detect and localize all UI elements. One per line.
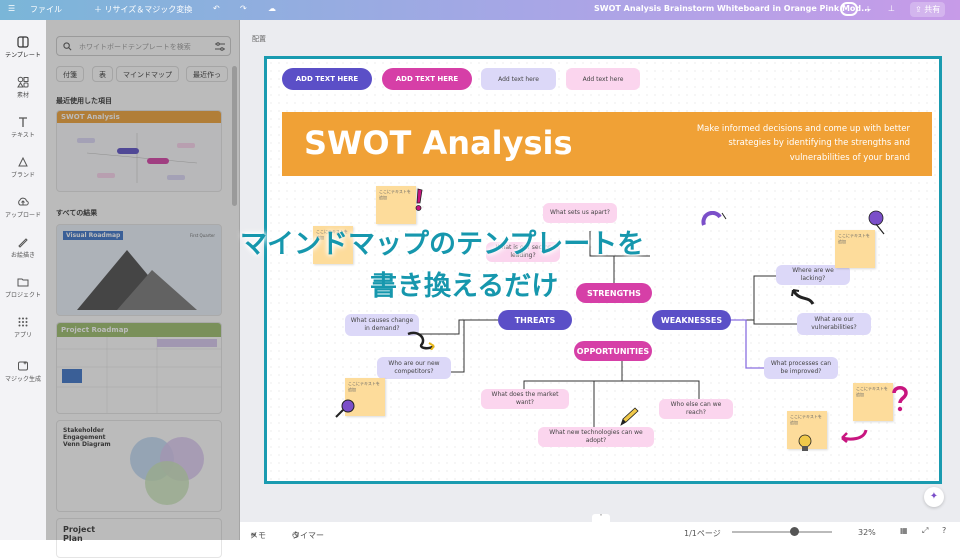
swirl-arrow-icon bbox=[407, 331, 435, 350]
rail-label: テンプレート bbox=[5, 52, 41, 59]
rail-item-brand[interactable]: ブランド bbox=[0, 156, 46, 179]
overlay-caption-line2: 書き換えるだけ bbox=[370, 271, 559, 302]
rail-label: ブランド bbox=[10, 172, 35, 179]
question-mark-icon bbox=[892, 386, 908, 412]
add-collaborator-icon[interactable]: ＋ bbox=[864, 4, 872, 15]
node-strengths[interactable]: STRENGTHS bbox=[576, 283, 652, 303]
rail-label: お絵描き bbox=[10, 252, 35, 259]
top-bar: ☰ ファイル ＋ リサイズ＆マジック変換 ↶ ↷ ☁ SWOT Analysis… bbox=[0, 0, 960, 20]
question-bubble[interactable]: What does the market want? bbox=[481, 389, 569, 409]
elements-icon bbox=[17, 76, 29, 88]
zoom-slider-handle[interactable] bbox=[790, 527, 799, 536]
fullscreen-icon[interactable]: ⤢ bbox=[922, 526, 928, 536]
add-text-button-lavender[interactable]: Add text here bbox=[481, 68, 556, 90]
document-title[interactable]: SWOT Analysis Brainstorm Whiteboard in O… bbox=[594, 4, 870, 13]
timer-label: タイマー bbox=[292, 531, 324, 540]
overlay-caption-line1: マインドマップのテンプレートを bbox=[240, 229, 645, 260]
add-text-button-light-pink[interactable]: Add text here bbox=[566, 68, 640, 90]
draw-icon bbox=[18, 238, 28, 248]
magic-icon bbox=[18, 361, 28, 371]
menu-icon[interactable]: ☰ bbox=[8, 4, 15, 13]
upload-icon bbox=[18, 197, 29, 206]
page-label: 1/1ページ bbox=[684, 529, 721, 538]
bottom-bar: ≡ メモ ◷ タイマー 1/1ページ 32% ▦ ⤢ ? bbox=[240, 522, 960, 540]
question-bubble[interactable]: What are our vulnerabilities? bbox=[797, 313, 871, 335]
question-bubble[interactable]: Who are our new competitors? bbox=[377, 357, 451, 379]
expand-pages-button[interactable]: ˄ bbox=[592, 514, 610, 524]
arrow-doodle-icon bbox=[791, 289, 815, 305]
rail-item-projects[interactable]: プロジェクト bbox=[0, 276, 46, 299]
help-icon[interactable]: ? bbox=[942, 526, 946, 535]
node-threats[interactable]: THREATS bbox=[498, 310, 572, 330]
apps-icon bbox=[18, 317, 28, 327]
rail-label: テキスト bbox=[11, 132, 35, 139]
share-button[interactable]: ⇪ 共有 bbox=[910, 2, 946, 17]
text-icon bbox=[19, 117, 27, 127]
add-text-button-pink[interactable]: ADD TEXT HERE bbox=[382, 68, 472, 90]
rail-item-apps[interactable]: アプリ bbox=[0, 316, 46, 339]
template-icon bbox=[17, 36, 29, 48]
question-bubble[interactable]: What processes can be improved? bbox=[764, 357, 838, 379]
node-weaknesses[interactable]: WEAKNESSES bbox=[652, 310, 731, 330]
banner-subtitle: Make informed decisions and come up with… bbox=[696, 124, 910, 163]
pencil-icon bbox=[620, 407, 639, 426]
lightbulb-icon bbox=[798, 434, 812, 451]
avatar[interactable] bbox=[840, 2, 858, 16]
rail-item-draw[interactable]: お絵描き bbox=[0, 236, 46, 259]
brand-icon bbox=[18, 156, 28, 167]
notes-label: メモ bbox=[250, 531, 266, 540]
rail-item-upload[interactable]: アップロード bbox=[0, 196, 46, 219]
magnet-icon bbox=[701, 211, 727, 226]
resize-button[interactable]: ＋ リサイズ＆マジック変換 bbox=[94, 4, 192, 15]
question-bubble[interactable]: Who else can we reach? bbox=[659, 399, 733, 419]
magic-assistant-button[interactable]: ✦ bbox=[924, 487, 944, 507]
redo-icon[interactable]: ↷ bbox=[240, 4, 247, 13]
rail-label: プロジェクト bbox=[4, 292, 41, 299]
rail-label: 素材 bbox=[16, 92, 29, 99]
add-text-button-purple[interactable]: ADD TEXT HERE bbox=[282, 68, 372, 90]
hook-arrow-icon bbox=[841, 429, 868, 443]
swot-banner[interactable]: SWOT Analysis Make informed decisions an… bbox=[282, 112, 932, 176]
node-opportunities[interactable]: OPPORTUNITIES bbox=[574, 341, 652, 361]
folder-icon bbox=[17, 278, 29, 287]
rail-item-template[interactable]: テンプレート bbox=[0, 36, 46, 59]
cloud-sync-icon[interactable]: ☁ bbox=[268, 4, 276, 13]
question-bubble[interactable]: Where are we lacking? bbox=[776, 265, 850, 285]
zoom-level[interactable]: 32% bbox=[858, 528, 876, 537]
grid-view-icon[interactable]: ▦ bbox=[900, 526, 908, 535]
banner-title: SWOT Analysis bbox=[304, 124, 573, 162]
canvas-header-label: 配置 bbox=[252, 35, 266, 43]
question-bubble[interactable]: What new technologies can we adopt? bbox=[538, 427, 654, 447]
rail-item-elements[interactable]: 素材 bbox=[0, 76, 46, 99]
panel-dim-overlay bbox=[46, 20, 240, 540]
undo-icon[interactable]: ↶ bbox=[213, 4, 220, 13]
left-rail: テンプレート 素材 テキスト ブランド アップロード お絵描き プロジェクト ア… bbox=[0, 20, 46, 540]
sticky-note[interactable]: ここにテキストを追加 bbox=[853, 383, 893, 421]
file-menu[interactable]: ファイル bbox=[30, 4, 62, 15]
rail-label: マジック生成 bbox=[4, 376, 41, 383]
question-bubble[interactable]: What sets us apart? bbox=[543, 203, 617, 223]
rail-item-magic[interactable]: マジック生成 bbox=[0, 360, 46, 383]
rail-label: アップロード bbox=[4, 212, 41, 219]
rail-item-text[interactable]: テキスト bbox=[0, 116, 46, 139]
magnifier-icon bbox=[335, 399, 355, 418]
analytics-icon[interactable]: ⊥ bbox=[888, 4, 895, 13]
sticky-note[interactable]: ここにテキストを追加 bbox=[376, 186, 416, 224]
rail-label: アプリ bbox=[13, 332, 32, 339]
upload-share-icon: ⇪ bbox=[915, 5, 922, 14]
exclamation-icon bbox=[415, 188, 423, 211]
zoom-slider[interactable] bbox=[732, 531, 832, 533]
pushpin-icon bbox=[868, 210, 885, 235]
share-label: 共有 bbox=[924, 5, 941, 14]
